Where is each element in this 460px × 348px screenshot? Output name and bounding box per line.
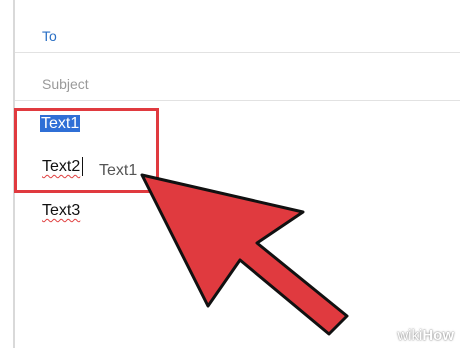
wikihow-watermark: wikiHow bbox=[397, 327, 454, 344]
subject-placeholder[interactable]: Subject bbox=[42, 76, 89, 92]
highlight-box bbox=[14, 108, 159, 193]
watermark-prefix: wiki bbox=[397, 327, 423, 344]
body-line-3[interactable]: Text3 bbox=[42, 202, 80, 220]
to-label[interactable]: To bbox=[42, 28, 57, 44]
to-field[interactable]: To bbox=[15, 10, 460, 53]
watermark-suffix: How bbox=[422, 327, 454, 344]
body-line-3-text[interactable]: Text3 bbox=[42, 202, 80, 219]
subject-field[interactable]: Subject bbox=[15, 52, 460, 101]
